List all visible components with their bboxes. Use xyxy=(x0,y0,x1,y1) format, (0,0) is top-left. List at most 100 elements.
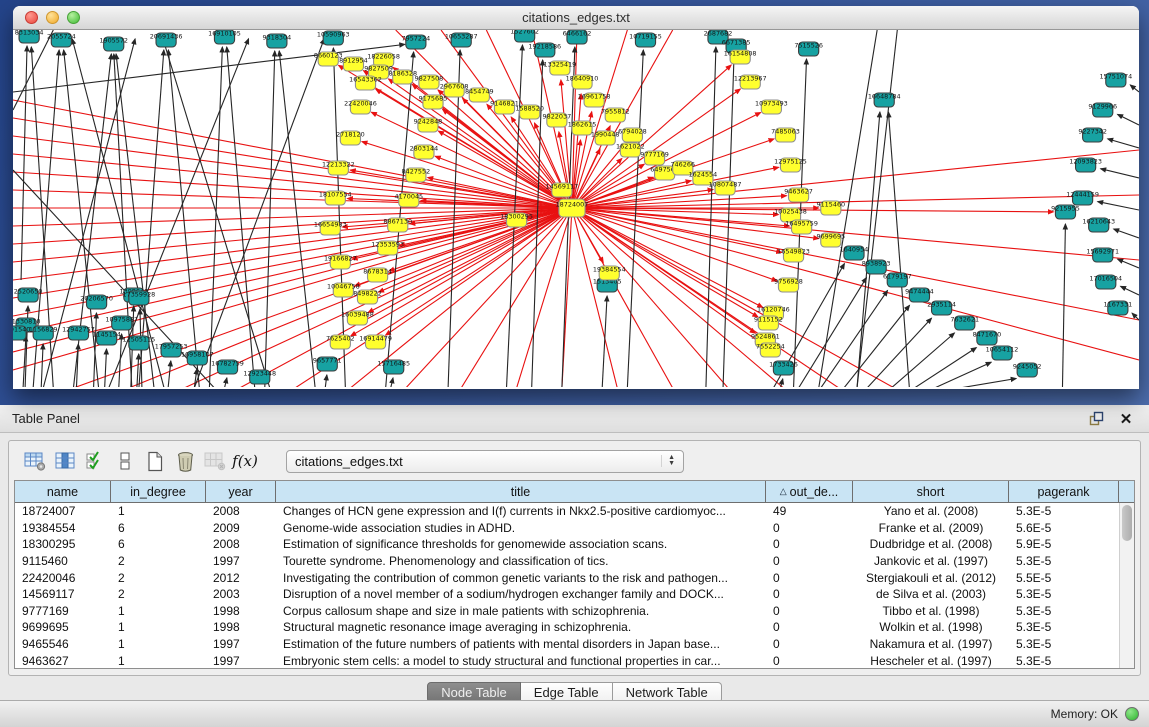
float-panel-button[interactable] xyxy=(1085,409,1107,429)
graph-node-label: 2687682 xyxy=(704,30,733,37)
table-toolbar: f(x) citations_edges.txt ▲▼ xyxy=(14,446,1135,480)
table-row[interactable]: 911546021997Tourette syndrome. Phenomeno… xyxy=(15,553,1119,570)
graph-node-label: 7957224 xyxy=(402,35,431,43)
table-cell: Estimation of the future numbers of pati… xyxy=(276,637,766,651)
dropdown-stepper-icon: ▲▼ xyxy=(661,455,675,467)
column-header-name[interactable]: name xyxy=(15,481,111,502)
graph-node-label: 8867130 xyxy=(383,218,412,226)
table-cell: 49 xyxy=(766,504,853,518)
table-cell: 1 xyxy=(111,654,206,668)
graph-node-label: 1905572 xyxy=(99,37,128,45)
select-columns-button[interactable] xyxy=(50,448,80,474)
table-row[interactable]: 969969511998Structural magnetic resonanc… xyxy=(15,619,1119,636)
table-cell: 0 xyxy=(766,521,853,535)
graph-node-label: 1624554 xyxy=(689,171,718,179)
column-header-out_de[interactable]: △out_de... xyxy=(766,481,853,502)
float-window-icon xyxy=(1089,411,1104,426)
table-cell: 5.3E-5 xyxy=(1009,554,1119,568)
table-cell: Embryonic stem cells: a model to study s… xyxy=(276,654,766,668)
delete-column-icon xyxy=(204,451,226,471)
graph-node-label: 9318304 xyxy=(263,34,292,42)
graph-node-label: 18107554 xyxy=(319,191,352,199)
graph-node-label: 9245052 xyxy=(1013,363,1042,371)
graph-node-label: 16120746 xyxy=(757,306,790,314)
table-row[interactable]: 1830029562008Estimation of significance … xyxy=(15,536,1119,553)
close-icon: ✕ xyxy=(1120,410,1133,428)
table-cell: 5.6E-5 xyxy=(1009,521,1119,535)
graph-node-label: 6671385 xyxy=(722,39,751,47)
attribute-table: namein_degreeyeartitle△out_de...shortpag… xyxy=(14,480,1135,669)
graph-node-label: 10807487 xyxy=(709,181,742,189)
graph-node-label: 8186328 xyxy=(388,70,417,78)
network-table-selector[interactable]: citations_edges.txt ▲▼ xyxy=(286,450,684,473)
table-cell: 5.5E-5 xyxy=(1009,571,1119,585)
graph-node-label: 12213322 xyxy=(322,161,355,169)
column-header-short[interactable]: short xyxy=(853,481,1009,502)
table-cell: Structural magnetic resonance image aver… xyxy=(276,620,766,634)
citation-network-graph[interactable]: 8313034205572419055722069143616910105931… xyxy=(13,30,1139,387)
table-cell: 0 xyxy=(766,637,853,651)
graph-node-label: 2935114 xyxy=(927,301,956,309)
function-builder-button[interactable]: f(x) xyxy=(230,448,260,474)
graph-node-label: 15716485 xyxy=(377,360,410,368)
column-header-year[interactable]: year xyxy=(206,481,276,502)
table-cell: 18300295 xyxy=(15,537,111,551)
column-header-pagerank[interactable]: pagerank xyxy=(1009,481,1119,502)
graph-node-label: 16039488 xyxy=(341,311,374,319)
table-settings-button[interactable] xyxy=(20,448,50,474)
table-cell: Estimation of significance thresholds fo… xyxy=(276,537,766,551)
table-cell: 0 xyxy=(766,571,853,585)
table-body: 1872400712008Changes of HCN gene express… xyxy=(15,503,1119,668)
table-row[interactable]: 1456911722003Disruption of a novel membe… xyxy=(15,586,1119,603)
table-cell: 0 xyxy=(766,587,853,601)
table-cell: 5.3E-5 xyxy=(1009,637,1119,651)
graph-node-label: 10975887 xyxy=(105,316,138,324)
table-row[interactable]: 977716911998Corpus callosum shape and si… xyxy=(15,603,1119,620)
graph-node-label: 8454749 xyxy=(465,88,494,96)
table-row[interactable]: 1872400712008Changes of HCN gene express… xyxy=(15,503,1119,520)
application-desktop: citations_edges.txt 83130342055724190557… xyxy=(0,0,1149,405)
new-table-button[interactable] xyxy=(140,448,170,474)
row-height-button[interactable] xyxy=(110,448,140,474)
graph-node-label: 10590963 xyxy=(317,31,350,39)
table-cell: Genome-wide association studies in ADHD. xyxy=(276,521,766,535)
graph-node-label: 17016504 xyxy=(1089,275,1122,283)
table-row[interactable]: 946554611997Estimation of the future num… xyxy=(15,636,1119,653)
row-height-icon xyxy=(118,451,132,471)
table-cell: Dudbridge et al. (2008) xyxy=(853,537,1009,551)
network-window-title: citations_edges.txt xyxy=(13,10,1139,25)
table-settings-icon xyxy=(24,451,46,471)
table-row[interactable]: 946362711997Embryonic stem cells: a mode… xyxy=(15,652,1119,668)
column-header-in_degree[interactable]: in_degree xyxy=(111,481,206,502)
table-cell: 5.3E-5 xyxy=(1009,654,1119,668)
memory-ok-indicator-icon xyxy=(1125,707,1139,721)
table-cell: 5.3E-5 xyxy=(1009,504,1119,518)
table-row[interactable]: 1938455462009Genome-wide association stu… xyxy=(15,520,1119,537)
scrollbar-thumb[interactable] xyxy=(1122,505,1132,541)
graph-node-label: 9463627 xyxy=(784,188,813,196)
table-cell: 5.3E-5 xyxy=(1009,587,1119,601)
sort-ascending-icon: △ xyxy=(780,486,787,497)
graph-node-label: 16154808 xyxy=(724,50,757,58)
table-row[interactable]: 2242004622012Investigating the contribut… xyxy=(15,569,1119,586)
select-rows-button[interactable] xyxy=(80,448,110,474)
table-cell: 2008 xyxy=(206,537,276,551)
graph-node-label: 18640910 xyxy=(566,75,599,83)
graph-node-label: 12942757 xyxy=(62,326,95,334)
table-scrollbar[interactable] xyxy=(1119,503,1134,668)
graph-node-label: 2520650 xyxy=(14,288,43,296)
delete-column-button[interactable] xyxy=(200,448,230,474)
graph-node-label: 17957253 xyxy=(155,343,188,351)
graph-node-label: 8313034 xyxy=(15,30,44,36)
table-cell: Jankovic et al. (1997) xyxy=(853,554,1009,568)
network-window-titlebar[interactable]: citations_edges.txt xyxy=(13,6,1139,30)
graph-node-label: 18226058 xyxy=(367,53,400,61)
network-canvas[interactable]: 8313034205572419055722069143616910105931… xyxy=(13,30,1139,387)
graph-node-label: 22420046 xyxy=(344,100,377,108)
graph-node-label: 16914479 xyxy=(359,335,392,343)
graph-node-label: 10653287 xyxy=(445,33,478,41)
column-header-title[interactable]: title xyxy=(276,481,766,502)
close-panel-button[interactable]: ✕ xyxy=(1115,409,1137,429)
row-checkmarks-icon xyxy=(85,451,105,471)
delete-table-button[interactable] xyxy=(170,448,200,474)
